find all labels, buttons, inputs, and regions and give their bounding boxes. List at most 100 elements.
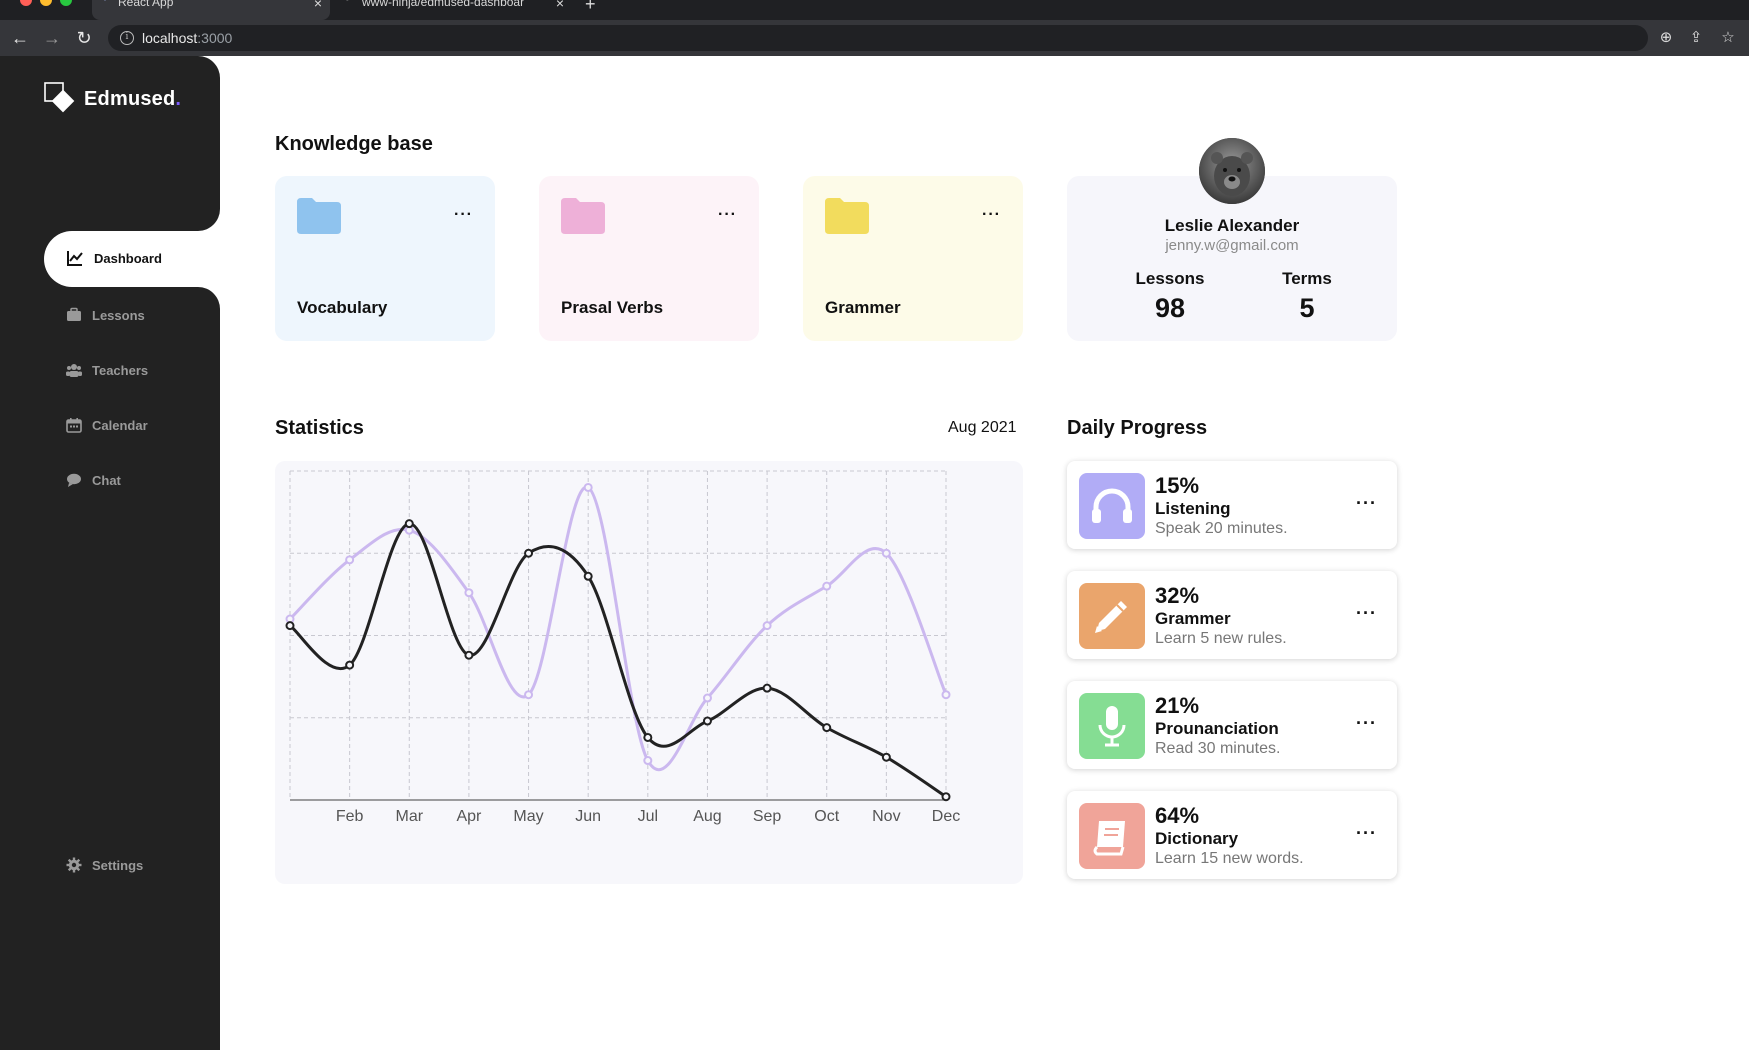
close-tab-icon[interactable]: ×: [314, 0, 322, 10]
zoom-icon[interactable]: ⊕: [1656, 28, 1676, 46]
headphones-icon: [1092, 488, 1132, 523]
close-tab-icon[interactable]: ×: [556, 0, 564, 10]
x-tick-label: Feb: [336, 808, 364, 825]
sidebar-item-teachers[interactable]: Teachers: [66, 358, 148, 382]
bookmark-star-icon[interactable]: ☆: [1718, 28, 1738, 46]
browser-tab-bar: ⚛ React App × ● www-ninja/edmused-dashbo…: [0, 0, 1749, 20]
x-tick-label: Nov: [872, 808, 900, 825]
minimize-window-icon[interactable]: [40, 0, 52, 6]
lessons-stat: Lessons 98: [1110, 269, 1230, 324]
reload-icon[interactable]: ↻: [72, 26, 96, 50]
folder-card-prasal-verbs[interactable]: ··· Prasal Verbs: [539, 176, 759, 341]
prounanciation-icon-tile: [1079, 693, 1145, 759]
sidebar-item-label: Chat: [92, 472, 121, 488]
edmused-logo-icon: [44, 82, 75, 113]
x-tick-label: Aug: [693, 808, 721, 825]
address-bar[interactable]: i localhost:3000: [108, 25, 1648, 51]
sidebar-item-calendar[interactable]: Calendar: [66, 413, 148, 437]
folder-card-vocabulary[interactable]: ··· Vocabulary: [275, 176, 495, 341]
terms-stat: Terms 5: [1247, 269, 1367, 324]
calendar-icon: [66, 418, 82, 433]
data-point: [285, 621, 295, 631]
new-tab-icon[interactable]: +: [585, 0, 596, 15]
chat-bubble-icon: [67, 473, 81, 487]
more-options-icon[interactable]: ···: [982, 206, 1001, 224]
sidebar-item-chat[interactable]: Chat: [66, 468, 121, 492]
data-point: [881, 752, 891, 762]
tab-title: www-ninja/edmused-dashboar: [362, 0, 525, 9]
more-options-icon[interactable]: ···: [1356, 713, 1377, 734]
x-tick-label: Jul: [638, 808, 658, 825]
data-point: [822, 581, 832, 591]
sidebar-item-label: Settings: [92, 857, 144, 873]
brand-logo[interactable]: Edmused.: [44, 82, 184, 118]
grammer-icon-tile: [1079, 583, 1145, 649]
avatar[interactable]: [1199, 138, 1265, 204]
progress-title: Listening: [1155, 499, 1231, 518]
data-point: [881, 548, 891, 558]
data-point: [404, 519, 414, 529]
progress-percent: 32%: [1155, 583, 1200, 608]
data-point: [524, 548, 534, 558]
progress-card-listening[interactable]: 15% Listening Speak 20 minutes. ···: [1067, 461, 1397, 549]
share-icon[interactable]: ⇪: [1686, 28, 1706, 46]
book-icon: [1093, 821, 1125, 856]
progress-card-prounanciation[interactable]: 21% Prounanciation Read 30 minutes. ···: [1067, 681, 1397, 769]
data-point: [762, 683, 772, 693]
statistics-date[interactable]: Aug 2021: [948, 419, 1017, 437]
browser-tab-react-app[interactable]: ⚛ React App ×: [92, 0, 330, 20]
sidebar: Edmused.: [0, 56, 220, 1050]
x-tick-label: Mar: [395, 808, 423, 825]
folder-card-grammer[interactable]: ··· Grammer: [803, 176, 1023, 341]
profile-name: Leslie Alexander: [1164, 216, 1300, 235]
progress-percent: 64%: [1155, 803, 1200, 828]
knowledge-base-title: Knowledge base: [275, 133, 433, 155]
x-tick-label: Sep: [753, 808, 782, 825]
folder-icon: [825, 198, 869, 234]
gear-icon: [66, 857, 82, 873]
series-line-2: [288, 485, 948, 771]
briefcase-icon: [67, 307, 81, 321]
close-window-icon[interactable]: [20, 0, 32, 6]
data-point: [583, 482, 593, 492]
folder-name: Prasal Verbs: [561, 298, 664, 317]
lessons-value: 98: [1154, 293, 1186, 323]
lessons-label: Lessons: [1135, 269, 1205, 288]
data-point: [702, 693, 712, 703]
more-options-icon[interactable]: ···: [1356, 493, 1377, 514]
more-options-icon[interactable]: ···: [1356, 603, 1377, 624]
sidebar-item-dashboard[interactable]: Dashboard: [44, 231, 220, 287]
sidebar-item-settings[interactable]: Settings: [66, 853, 143, 877]
daily-progress-title: Daily Progress: [1067, 417, 1208, 439]
back-arrow-icon[interactable]: ←: [8, 26, 32, 50]
sidebar-item-lessons[interactable]: Lessons: [66, 303, 145, 327]
folder-icon: [297, 198, 341, 234]
x-tick-label: May: [513, 808, 543, 825]
bear-avatar-image: [1199, 138, 1265, 204]
x-tick-label: Apr: [456, 808, 482, 825]
forward-arrow-icon[interactable]: →: [40, 26, 64, 50]
sidebar-item-label: Teachers: [92, 362, 149, 378]
terms-value: 5: [1299, 293, 1315, 323]
more-options-icon[interactable]: ···: [1356, 823, 1377, 844]
progress-title: Prounanciation: [1155, 719, 1279, 738]
listening-icon-tile: [1079, 473, 1145, 539]
more-options-icon[interactable]: ···: [718, 206, 737, 224]
data-point: [762, 621, 772, 631]
sidebar-item-label: Dashboard: [94, 251, 162, 266]
progress-card-grammer[interactable]: 32% Grammer Learn 5 new rules. ···: [1067, 571, 1397, 659]
folder-name: Vocabulary: [297, 298, 388, 317]
data-point: [345, 660, 355, 670]
profile-email: jenny.w@gmail.com: [1165, 237, 1299, 254]
data-point: [822, 723, 832, 733]
progress-subtitle: Read 30 minutes.: [1155, 740, 1281, 757]
pencil-icon: [1095, 601, 1127, 633]
microphone-icon: [1098, 706, 1126, 747]
series-line-1: [289, 522, 947, 798]
browser-tab-github[interactable]: ● www-ninja/edmused-dashboar ×: [336, 0, 572, 20]
maximize-window-icon[interactable]: [60, 0, 72, 6]
more-options-icon[interactable]: ···: [454, 206, 473, 224]
sidebar-item-label: Lessons: [92, 307, 145, 323]
progress-card-dictionary[interactable]: 64% Dictionary Learn 15 new words. ···: [1067, 791, 1397, 879]
site-info-icon[interactable]: i: [120, 31, 134, 45]
